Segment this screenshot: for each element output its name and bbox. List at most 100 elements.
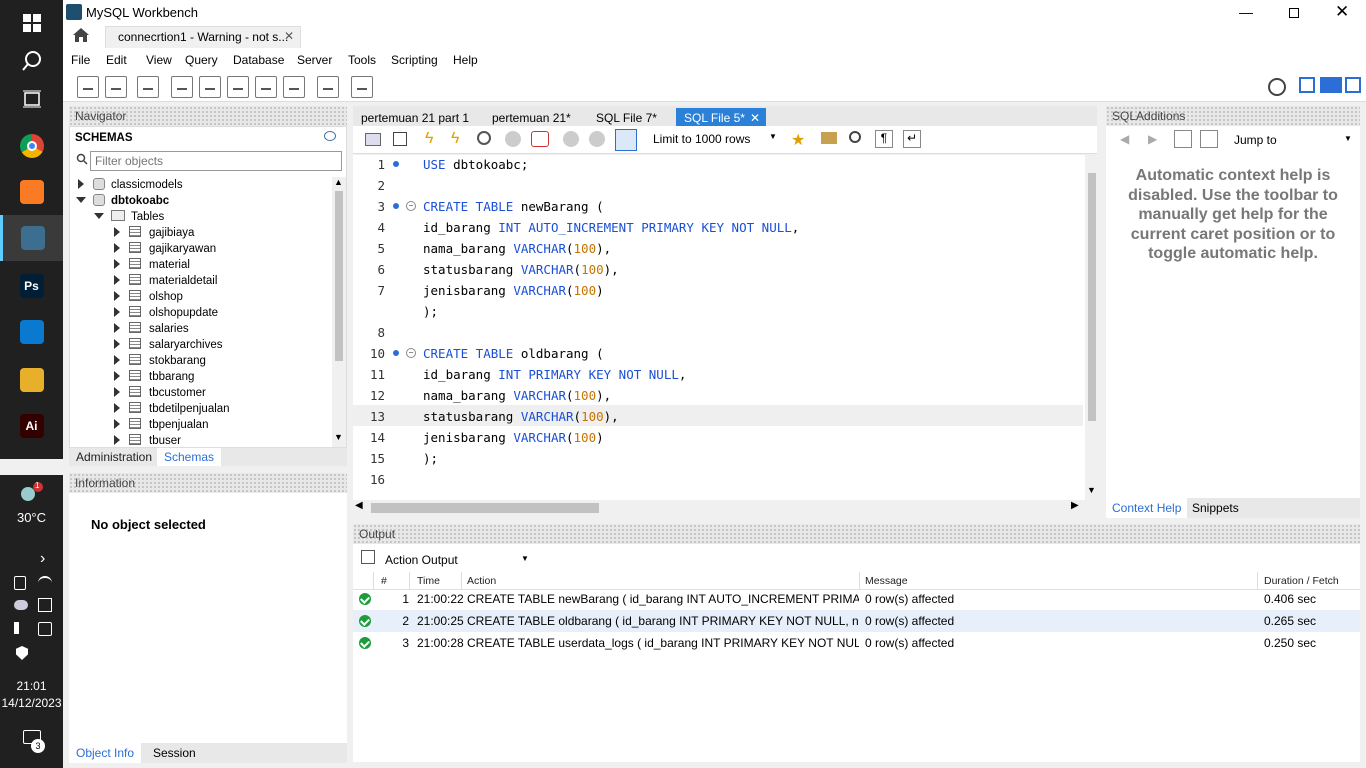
execute-icon[interactable]: ϟ	[425, 130, 433, 148]
close-icon[interactable]: ✕	[750, 108, 760, 128]
weather-icon[interactable]: 1	[14, 481, 46, 509]
shield-icon[interactable]	[16, 646, 28, 660]
open-sql-script-icon[interactable]	[105, 76, 127, 98]
table-item[interactable]: tbdetilpenjualan	[114, 401, 230, 417]
settings-gear-icon[interactable]	[1268, 78, 1286, 96]
code-line[interactable]: 5 nama_barang VARCHAR(100),	[353, 238, 1083, 259]
tables-folder[interactable]: Tables	[94, 209, 164, 225]
add-snippet-icon[interactable]: ★	[791, 130, 805, 150]
beautify-icon[interactable]	[821, 132, 837, 144]
table-item[interactable]: tbcustomer	[114, 385, 206, 401]
code-line[interactable]: 11 id_barang INT PRIMARY KEY NOT NULL,	[353, 364, 1083, 385]
minimize-button[interactable]: —	[1239, 4, 1253, 20]
clock-time[interactable]: 21:01	[0, 679, 63, 693]
output-mode-select[interactable]: Action Output ▼	[383, 549, 529, 569]
workbench-taskbar-button[interactable]	[0, 215, 63, 261]
scroll-down-icon[interactable]: ▼	[334, 432, 343, 442]
table-item[interactable]: tbbarang	[114, 369, 194, 385]
scroll-up-icon[interactable]: ▲	[334, 177, 343, 187]
editor-v-thumb[interactable]	[1088, 173, 1096, 421]
schema-classicmodels[interactable]: classicmodels	[78, 177, 183, 193]
toggle-auto-help-icon[interactable]	[1174, 130, 1192, 148]
chevron-right-icon[interactable]: ›	[40, 550, 45, 568]
wifi-icon[interactable]	[38, 576, 52, 590]
close-icon[interactable]: ✕	[284, 29, 294, 43]
save-icon[interactable]	[393, 132, 407, 146]
code-line[interactable]: 6 statusbarang VARCHAR(100),	[353, 259, 1083, 280]
jump-to-select[interactable]: Jump to ▼	[1230, 130, 1356, 150]
tab-object-info[interactable]: Object Info	[69, 743, 142, 763]
tab-sql-file-7[interactable]: SQL File 7*	[588, 108, 665, 128]
tab-context-help[interactable]: Context Help	[1106, 498, 1188, 518]
tab-snippets[interactable]: Snippets	[1186, 498, 1245, 518]
table-item[interactable]: salaryarchives	[114, 337, 223, 353]
vscode-taskbar-button[interactable]	[0, 309, 63, 355]
table-item[interactable]: salaries	[114, 321, 189, 337]
code-line[interactable]: 15);	[353, 448, 1083, 469]
fold-icon[interactable]: −	[406, 348, 416, 358]
search-table-data-icon[interactable]	[317, 76, 339, 98]
scroll-down-icon[interactable]: ▼	[1087, 485, 1096, 495]
tab-schemas[interactable]: Schemas	[157, 448, 222, 466]
create-table-icon[interactable]	[199, 76, 221, 98]
invisible-chars-icon[interactable]: ¶	[875, 130, 893, 148]
table-item[interactable]: gajikaryawan	[114, 241, 216, 257]
folder-taskbar-button[interactable]	[0, 357, 63, 403]
photoshop-taskbar-button[interactable]: Ps	[0, 263, 63, 309]
tab-pertemuan-21-part-1[interactable]: pertemuan 21 part 1	[353, 108, 477, 128]
create-function-icon[interactable]	[283, 76, 305, 98]
refresh-icon[interactable]	[324, 131, 336, 141]
create-procedure-icon[interactable]	[255, 76, 277, 98]
volume-icon[interactable]	[14, 622, 28, 634]
find-icon[interactable]	[849, 131, 861, 143]
menu-database[interactable]: Database	[233, 53, 284, 67]
tree-scrollbar[interactable]: ▼ ▲	[332, 177, 346, 447]
code-line[interactable]: 7 jenisbarang VARCHAR(100)	[353, 280, 1083, 301]
close-button[interactable]: ✕	[1335, 2, 1349, 22]
editor-h-scrollbar[interactable]: ◀ ▶	[353, 500, 1097, 516]
code-line[interactable]: 4 id_barang INT AUTO_INCREMENT PRIMARY KE…	[353, 217, 1083, 238]
home-button[interactable]	[71, 26, 97, 48]
clock-date[interactable]: 14/12/2023	[0, 696, 63, 710]
menu-view[interactable]: View	[146, 53, 172, 67]
meet-icon[interactable]	[14, 576, 26, 590]
create-view-icon[interactable]	[227, 76, 249, 98]
new-sql-tab-icon[interactable]	[77, 76, 99, 98]
code-line[interactable]: 3 − CREATE TABLE newBarang (	[353, 196, 1083, 217]
fold-icon[interactable]: −	[406, 201, 416, 211]
table-item[interactable]: materialdetail	[114, 273, 217, 289]
network-icon[interactable]	[38, 598, 52, 612]
back-icon[interactable]: ◀	[1120, 132, 1129, 146]
tab-pertemuan-21[interactable]: pertemuan 21*	[484, 108, 579, 128]
code-line[interactable]: 1 USE dbtokoabc;	[353, 155, 1083, 175]
code-area[interactable]: 1 USE dbtokoabc; 2 3− CREATE TABLE newBarang…	[353, 155, 1083, 500]
xampp-taskbar-button[interactable]	[0, 169, 63, 215]
tab-sql-file-5[interactable]: SQL File 5* ✕	[676, 108, 766, 128]
table-item[interactable]: olshopupdate	[114, 305, 218, 321]
menu-file[interactable]: File	[71, 53, 90, 67]
h-scrollbar[interactable]	[0, 459, 63, 475]
scroll-left-icon[interactable]: ◀	[355, 500, 363, 511]
open-file-icon[interactable]	[365, 133, 381, 146]
table-item[interactable]: tbuser	[114, 433, 181, 447]
menu-query[interactable]: Query	[185, 53, 218, 67]
tab-administration[interactable]: Administration	[69, 448, 159, 466]
autocommit-icon[interactable]	[615, 129, 637, 151]
code-line[interactable]: 13 statusbarang VARCHAR(100),	[353, 406, 1083, 427]
code-line[interactable]: 2	[353, 175, 1083, 196]
editor-v-scrollbar[interactable]: ▼	[1085, 155, 1097, 500]
stop-icon[interactable]	[505, 131, 521, 147]
menu-tools[interactable]: Tools	[348, 53, 376, 67]
chrome-taskbar-button[interactable]	[0, 123, 63, 169]
table-item[interactable]: material	[114, 257, 190, 273]
maximize-button[interactable]	[1289, 8, 1299, 18]
task-view-button[interactable]	[0, 76, 63, 122]
connection-tab[interactable]: connecrtion1 - Warning - not s... ✕	[105, 26, 301, 48]
illustrator-taskbar-button[interactable]: Ai	[0, 403, 63, 449]
menu-edit[interactable]: Edit	[106, 53, 127, 67]
filter-objects-input[interactable]	[90, 151, 342, 171]
copy-icon[interactable]	[361, 550, 375, 564]
sql-editor[interactable]: 1 USE dbtokoabc; 2 3− CREATE TABLE newBarang…	[353, 155, 1097, 500]
reconnect-icon[interactable]	[351, 76, 373, 98]
toggle-output-icon[interactable]	[1320, 77, 1342, 93]
